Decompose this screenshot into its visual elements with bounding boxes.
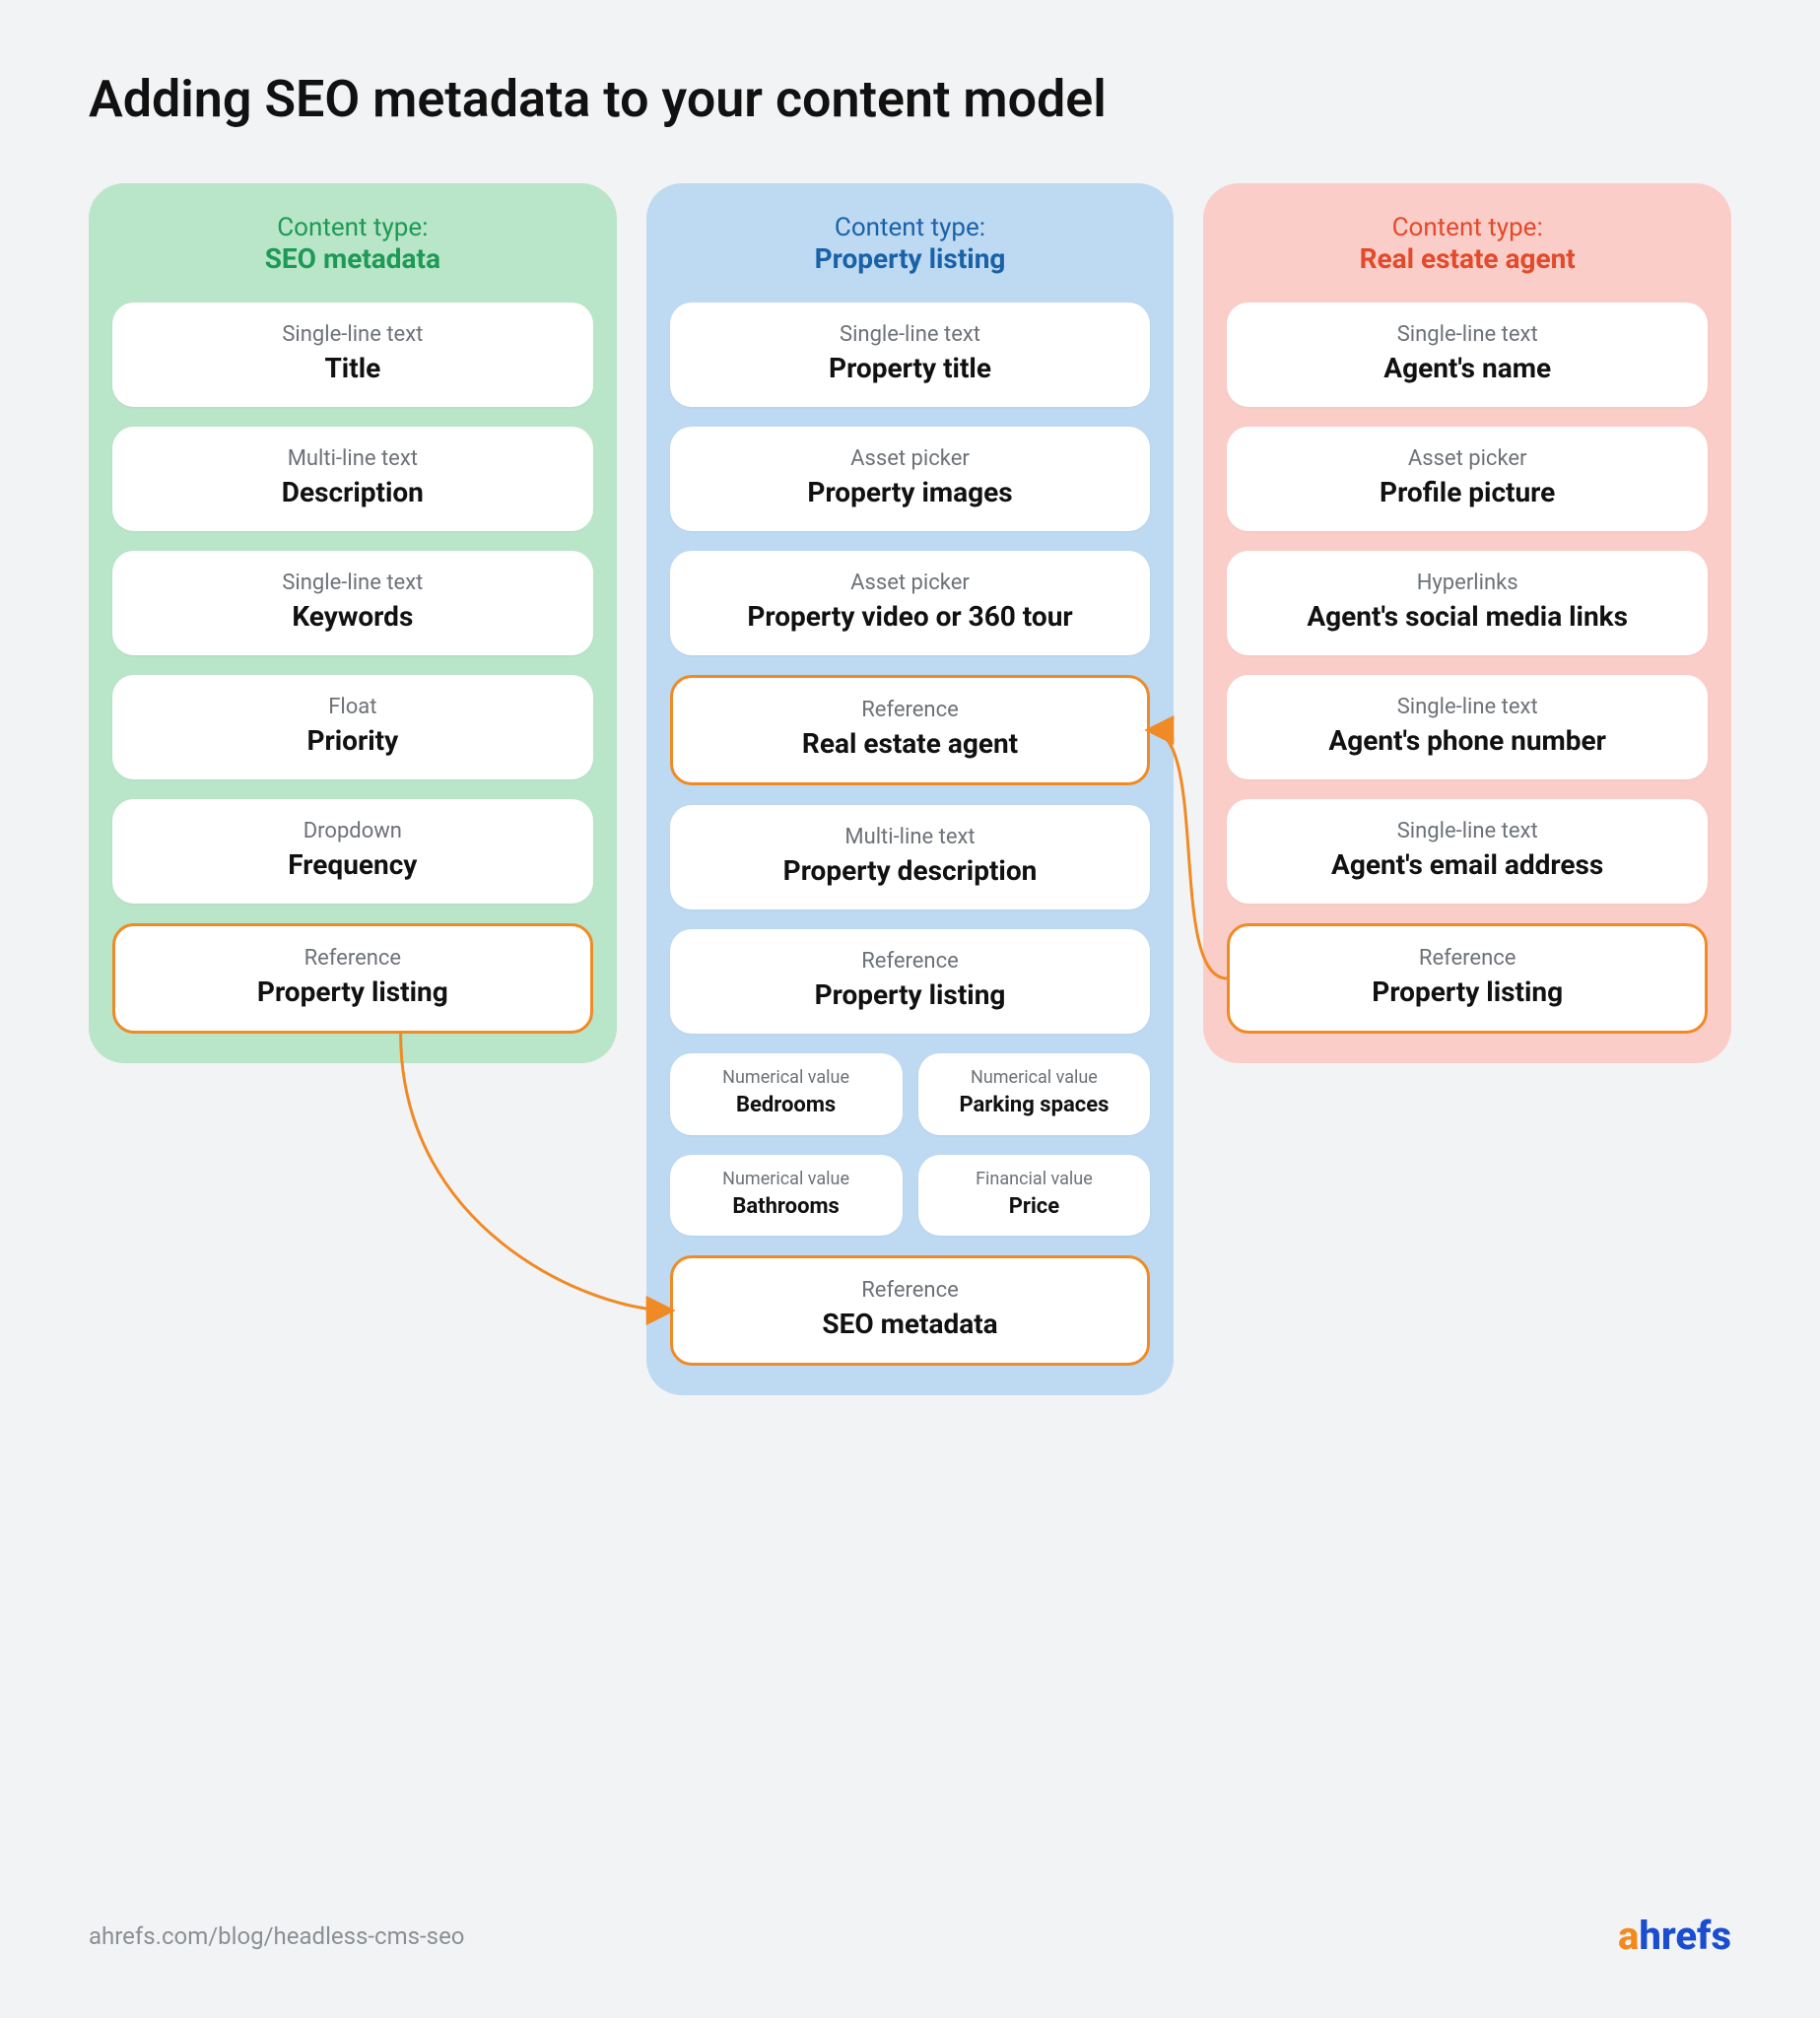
field-type: Single-line text — [126, 571, 579, 595]
field-card: Hyperlinks Agent's social media links — [1227, 551, 1708, 655]
column-header: Content type: Real estate agent — [1227, 213, 1708, 275]
columns-container: Content type: SEO metadata Single-line t… — [89, 183, 1731, 1395]
footer-url: ahrefs.com/blog/headless-cms-seo — [89, 1922, 464, 1950]
field-card-reference-property-listing: Reference Property listing — [112, 923, 593, 1034]
field-name: Property video or 360 tour — [684, 599, 1137, 634]
field-card: Single-line text Property title — [670, 303, 1151, 407]
field-type: Reference — [1244, 946, 1691, 971]
field-card: Financial value Price — [918, 1155, 1151, 1237]
field-type: Single-line text — [1241, 322, 1694, 347]
field-card: Asset picker Property images — [670, 427, 1151, 531]
field-card: Multi-line text Property description — [670, 805, 1151, 909]
field-type: Asset picker — [684, 571, 1137, 595]
field-name: Agent's phone number — [1241, 723, 1694, 758]
field-type: Reference — [687, 698, 1134, 722]
field-name: Property listing — [684, 977, 1137, 1012]
field-name: Description — [126, 475, 579, 509]
field-type: Float — [126, 695, 579, 719]
field-card: Numerical value Bathrooms — [670, 1155, 903, 1237]
field-row: Numerical value Bathrooms Financial valu… — [670, 1155, 1151, 1237]
field-card: Single-line text Keywords — [112, 551, 593, 655]
page-title: Adding SEO metadata to your content mode… — [89, 69, 1731, 129]
field-card: Single-line text Agent's email address — [1227, 799, 1708, 904]
column-header-pre: Content type: — [1227, 213, 1708, 242]
field-card-reference-real-estate-agent: Reference Real estate agent — [670, 675, 1151, 785]
field-name: Priority — [126, 723, 579, 758]
field-type: Dropdown — [126, 819, 579, 843]
column-header-pre: Content type: — [670, 213, 1151, 242]
field-type: Financial value — [926, 1169, 1143, 1189]
field-card: Numerical value Bedrooms — [670, 1053, 903, 1135]
column-header: Content type: SEO metadata — [112, 213, 593, 275]
field-name: SEO metadata — [687, 1307, 1134, 1341]
field-type: Numerical value — [678, 1067, 895, 1088]
field-name: Frequency — [126, 847, 579, 882]
field-card: Single-line text Agent's name — [1227, 303, 1708, 407]
logo-rest: hrefs — [1639, 1913, 1731, 1959]
field-name: Agent's social media links — [1241, 599, 1694, 634]
field-type: Numerical value — [926, 1067, 1143, 1088]
column-header-name: Property listing — [670, 242, 1151, 275]
field-name: Parking spaces — [926, 1092, 1143, 1119]
footer: ahrefs.com/blog/headless-cms-seo ahrefs — [89, 1913, 1731, 1959]
field-type: Hyperlinks — [1241, 571, 1694, 595]
field-card: Multi-line text Description — [112, 427, 593, 531]
ahrefs-logo: ahrefs — [1618, 1913, 1731, 1959]
field-type: Multi-line text — [126, 446, 579, 471]
column-header-name: Real estate agent — [1227, 242, 1708, 275]
field-type: Reference — [129, 946, 576, 971]
field-card: Asset picker Property video or 360 tour — [670, 551, 1151, 655]
field-card-reference-property-listing: Reference Property listing — [1227, 923, 1708, 1034]
field-name: Property listing — [129, 975, 576, 1009]
field-row: Numerical value Bedrooms Numerical value… — [670, 1053, 1151, 1135]
field-name: Keywords — [126, 599, 579, 634]
column-header-pre: Content type: — [112, 213, 593, 242]
column-real-estate-agent: Content type: Real estate agent Single-l… — [1203, 183, 1731, 1063]
column-header-name: SEO metadata — [112, 242, 593, 275]
field-card-reference-seo-metadata: Reference SEO metadata — [670, 1255, 1151, 1366]
field-name: Property images — [684, 475, 1137, 509]
field-type: Reference — [687, 1278, 1134, 1303]
field-name: Property description — [684, 853, 1137, 888]
field-name: Price — [926, 1193, 1143, 1221]
field-type: Asset picker — [684, 446, 1137, 471]
field-name: Title — [126, 351, 579, 385]
field-name: Profile picture — [1241, 475, 1694, 509]
field-card: Float Priority — [112, 675, 593, 779]
field-card: Reference Property listing — [670, 929, 1151, 1034]
field-card: Dropdown Frequency — [112, 799, 593, 904]
field-type: Asset picker — [1241, 446, 1694, 471]
field-card: Single-line text Title — [112, 303, 593, 407]
field-card: Asset picker Profile picture — [1227, 427, 1708, 531]
field-type: Reference — [684, 949, 1137, 974]
field-name: Bathrooms — [678, 1193, 895, 1221]
field-name: Property title — [684, 351, 1137, 385]
field-type: Single-line text — [1241, 819, 1694, 843]
logo-letter-a: a — [1618, 1913, 1639, 1959]
column-header: Content type: Property listing — [670, 213, 1151, 275]
field-type: Multi-line text — [684, 825, 1137, 849]
field-type: Single-line text — [126, 322, 579, 347]
field-name: Agent's email address — [1241, 847, 1694, 882]
column-seo-metadata: Content type: SEO metadata Single-line t… — [89, 183, 617, 1063]
field-card: Single-line text Agent's phone number — [1227, 675, 1708, 779]
field-type: Numerical value — [678, 1169, 895, 1189]
field-name: Real estate agent — [687, 726, 1134, 761]
field-type: Single-line text — [684, 322, 1137, 347]
field-name: Agent's name — [1241, 351, 1694, 385]
field-type: Single-line text — [1241, 695, 1694, 719]
field-name: Property listing — [1244, 975, 1691, 1009]
field-name: Bedrooms — [678, 1092, 895, 1119]
field-card: Numerical value Parking spaces — [918, 1053, 1151, 1135]
column-property-listing: Content type: Property listing Single-li… — [646, 183, 1175, 1395]
